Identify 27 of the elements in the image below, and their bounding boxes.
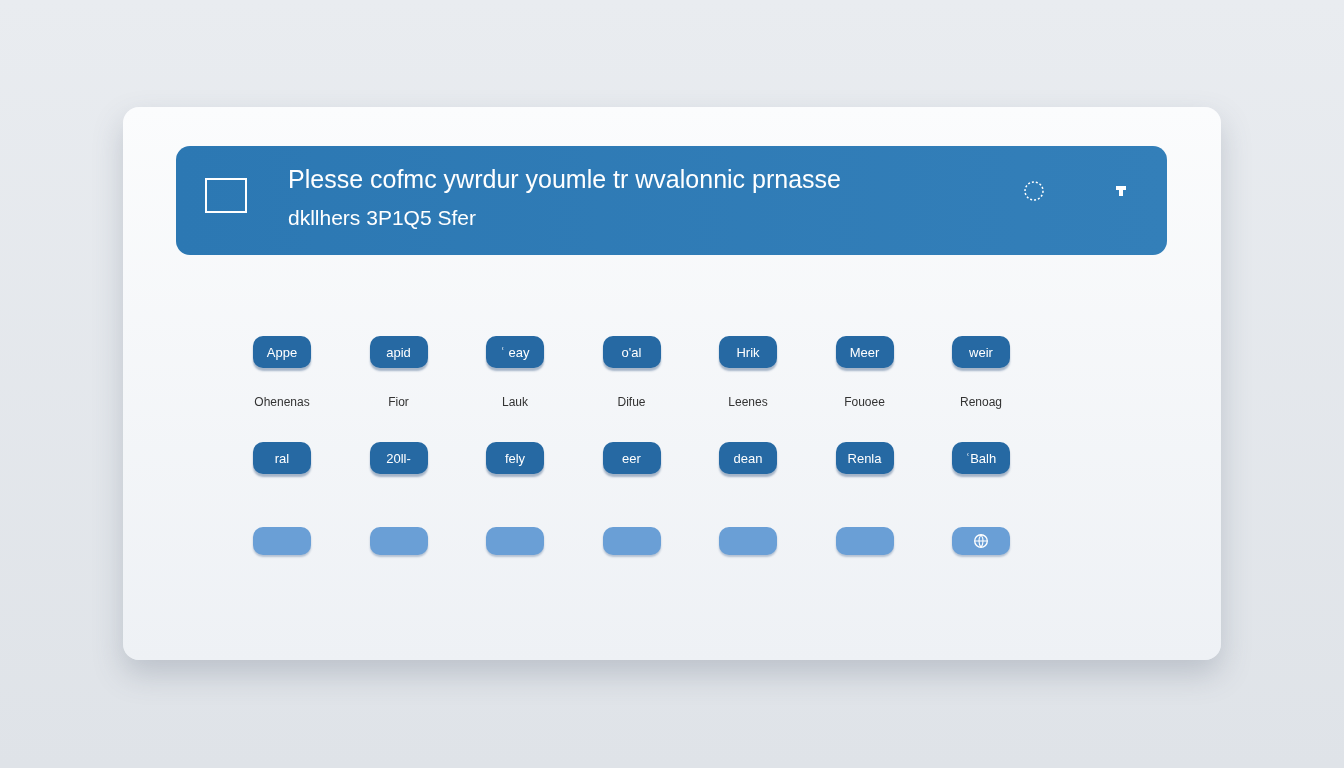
pill-button[interactable]: Appe [253, 336, 311, 368]
pill-button[interactable]: fely [486, 442, 544, 474]
pill-button[interactable]: ral [253, 442, 311, 474]
pin-icon [1115, 184, 1127, 197]
button-caption: Renoag [958, 395, 1003, 409]
pill-button[interactable]: ʿ eay [486, 336, 544, 368]
pill-button[interactable]: Meer [835, 336, 894, 368]
spinner-icon [1023, 179, 1045, 202]
pill-button[interactable]: apid [369, 336, 428, 368]
pill-button[interactable]: Renla [835, 442, 894, 474]
globe-icon [972, 532, 990, 550]
pill-button[interactable]: Hrik [719, 336, 777, 368]
pill-button[interactable]: o'al [602, 336, 661, 368]
pill-button[interactable]: weir [952, 336, 1010, 368]
button-caption: Ohenenas [253, 395, 311, 409]
pill-button[interactable]: ʿBalh [952, 442, 1010, 474]
button-caption: Lauk [501, 395, 529, 409]
button-caption: Fouoee [843, 395, 886, 409]
button-caption: Leenes [727, 395, 769, 409]
banner-subtitle: dkllhers 3P1Q5 Sfer [288, 206, 477, 230]
pill-button[interactable]: dean [719, 442, 777, 474]
pill-button[interactable]: 20ll‑ [369, 442, 428, 474]
window-icon [205, 177, 247, 214]
pill-button[interactable]: eer [602, 442, 661, 474]
button-caption: Difue [616, 395, 647, 409]
button-caption: Fior [387, 395, 410, 409]
banner-title: Plesse cofmc ywrdur youmle tr wvalonnic prnasse [288, 165, 842, 194]
